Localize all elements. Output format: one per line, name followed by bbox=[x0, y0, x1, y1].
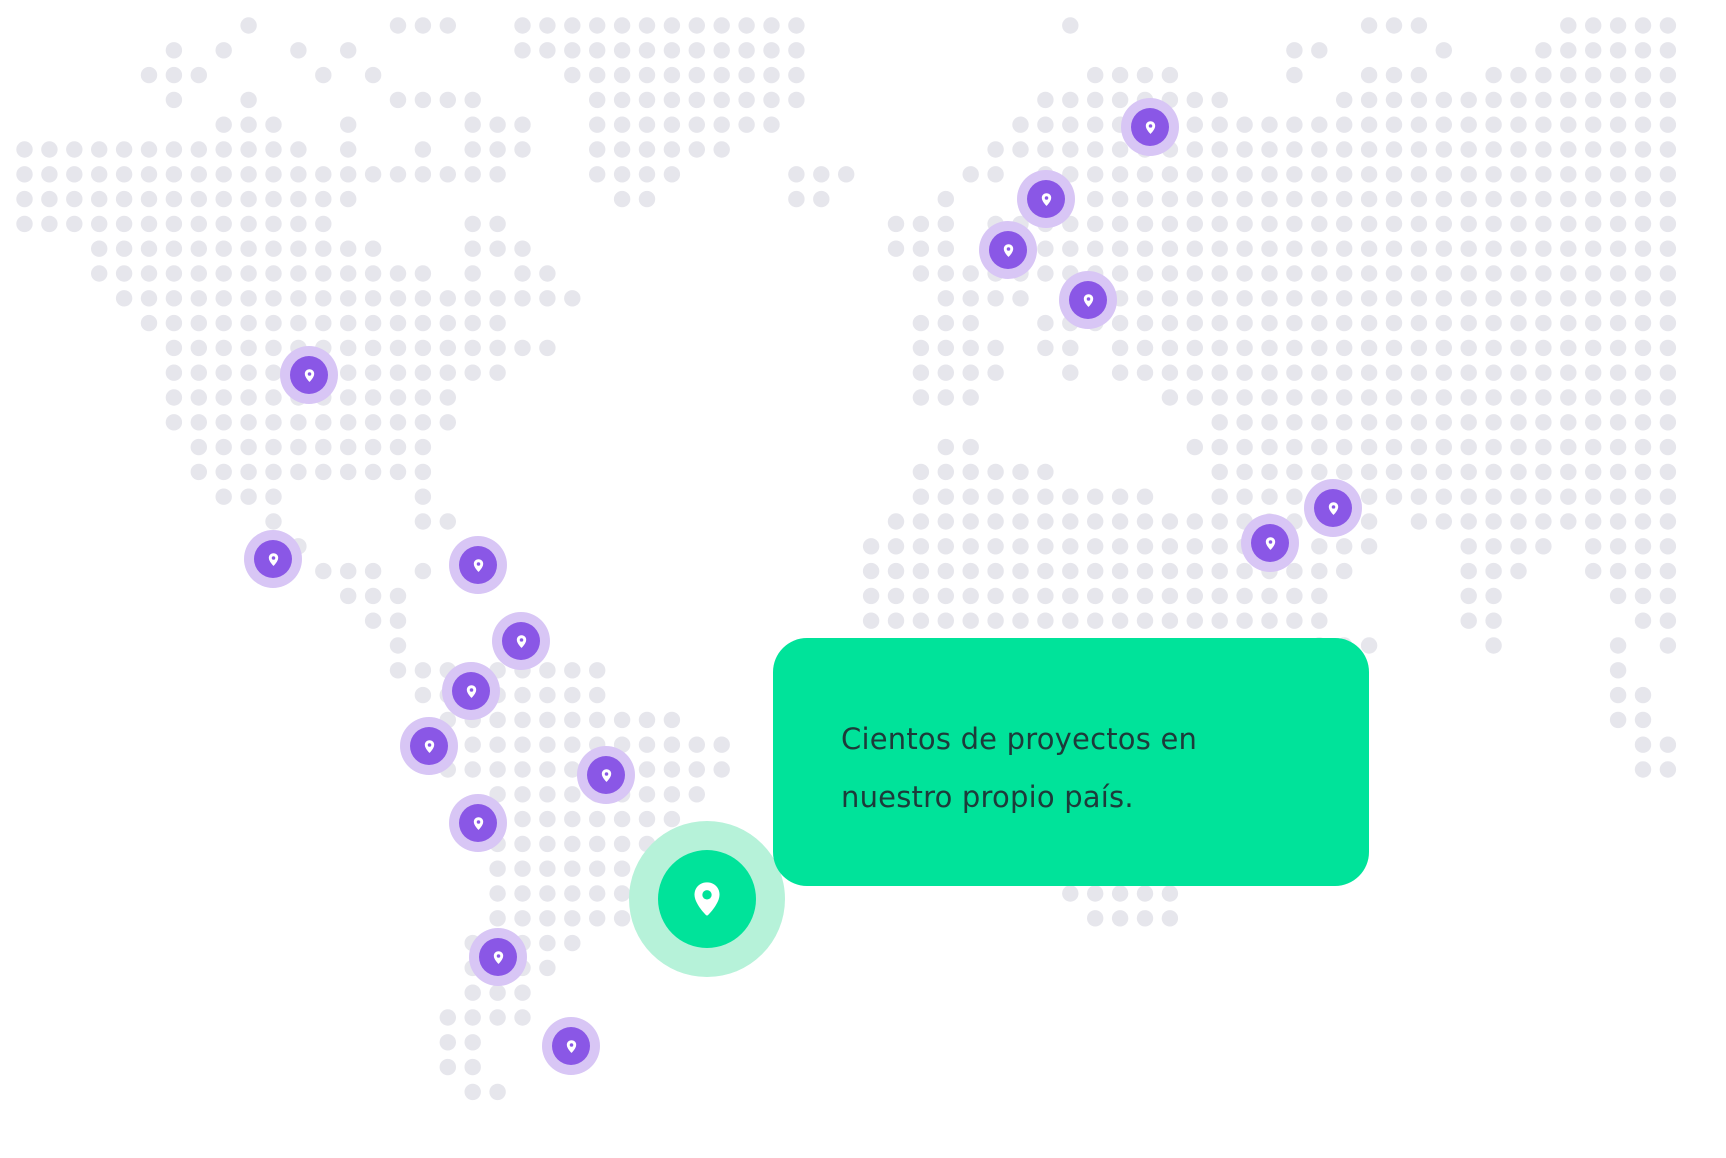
project-location-marker[interactable] bbox=[469, 928, 527, 986]
marker-core bbox=[452, 672, 490, 710]
marker-core bbox=[1131, 108, 1169, 146]
location-pin-icon bbox=[1143, 120, 1158, 135]
location-pin-icon bbox=[266, 552, 281, 567]
location-pin-icon bbox=[1081, 293, 1096, 308]
marker-core bbox=[459, 804, 497, 842]
project-location-marker[interactable] bbox=[979, 221, 1037, 279]
location-pin-icon bbox=[422, 739, 437, 754]
project-location-marker[interactable] bbox=[1121, 98, 1179, 156]
project-location-marker[interactable] bbox=[244, 530, 302, 588]
project-location-marker[interactable] bbox=[400, 717, 458, 775]
marker-core bbox=[587, 756, 625, 794]
marker-core bbox=[502, 622, 540, 660]
project-location-marker[interactable] bbox=[1059, 271, 1117, 329]
world-map-section: Cientos de proyectos en nuestro propio p… bbox=[0, 0, 1726, 1158]
project-location-marker[interactable] bbox=[492, 612, 550, 670]
marker-core bbox=[479, 938, 517, 976]
location-pin-icon bbox=[564, 1039, 579, 1054]
location-pin-icon bbox=[471, 816, 486, 831]
location-pin-icon bbox=[599, 768, 614, 783]
location-pin-icon bbox=[464, 684, 479, 699]
location-pin-icon bbox=[1326, 501, 1341, 516]
project-location-marker[interactable] bbox=[542, 1017, 600, 1075]
location-pin-icon bbox=[1263, 536, 1278, 551]
location-pin-icon bbox=[514, 634, 529, 649]
project-location-marker[interactable] bbox=[577, 746, 635, 804]
location-pin-icon bbox=[471, 558, 486, 573]
marker-core bbox=[290, 356, 328, 394]
marker-core bbox=[1027, 180, 1065, 218]
info-callout-text: Cientos de proyectos en nuestro propio p… bbox=[841, 722, 1198, 814]
project-location-marker[interactable] bbox=[1304, 479, 1362, 537]
marker-core bbox=[1069, 281, 1107, 319]
marker-core bbox=[1251, 524, 1289, 562]
marker-core bbox=[989, 231, 1027, 269]
map-edge-fade bbox=[1716, 0, 1726, 1158]
project-location-marker[interactable] bbox=[1241, 514, 1299, 572]
info-callout-card: Cientos de proyectos en nuestro propio p… bbox=[773, 638, 1369, 886]
project-location-marker[interactable] bbox=[449, 536, 507, 594]
location-pin-icon bbox=[687, 879, 727, 919]
location-pin-icon bbox=[491, 950, 506, 965]
location-pin-icon bbox=[1039, 192, 1054, 207]
location-pin-icon bbox=[1001, 243, 1016, 258]
marker-core bbox=[254, 540, 292, 578]
project-location-marker[interactable] bbox=[449, 794, 507, 852]
location-pin-icon bbox=[302, 368, 317, 383]
marker-core bbox=[410, 727, 448, 765]
marker-core bbox=[552, 1027, 590, 1065]
home-country-marker[interactable] bbox=[629, 821, 785, 977]
marker-core bbox=[1314, 489, 1352, 527]
project-location-marker[interactable] bbox=[280, 346, 338, 404]
marker-core bbox=[459, 546, 497, 584]
project-location-marker[interactable] bbox=[442, 662, 500, 720]
project-location-marker[interactable] bbox=[1017, 170, 1075, 228]
marker-core bbox=[658, 850, 756, 948]
